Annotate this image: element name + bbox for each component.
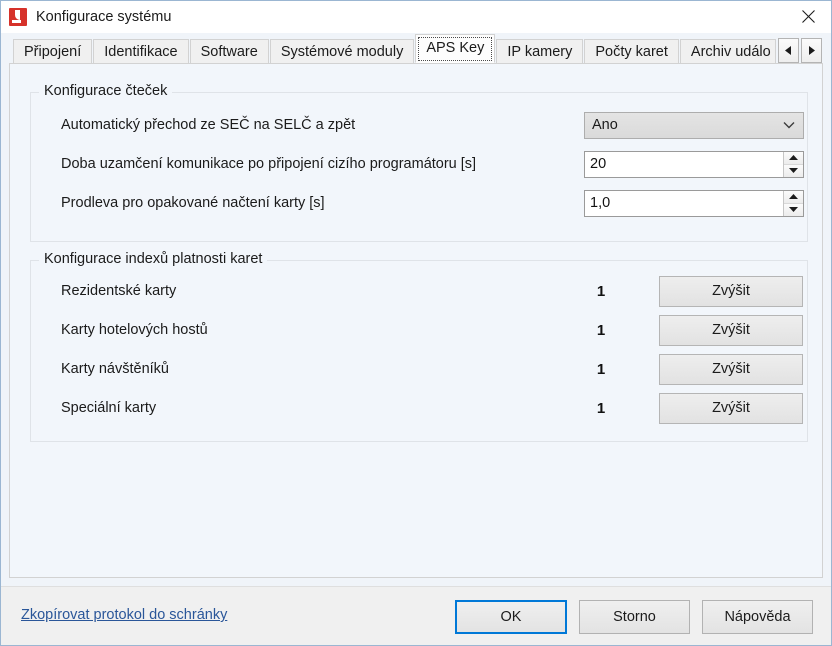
- index-value: 1: [596, 282, 606, 300]
- dialog-footer: Zkopírovat protokol do schránky OK Storn…: [1, 586, 831, 645]
- row-label: Karty hotelových hostů: [61, 322, 208, 338]
- spinner-value: 20: [590, 156, 607, 172]
- tab-archiv-udalosti[interactable]: Archiv událo: [679, 39, 776, 64]
- close-icon: [801, 10, 815, 23]
- index-value: 1: [596, 360, 606, 378]
- row-resident-cards: Rezidentské karty 1 Zvýšit: [31, 275, 807, 307]
- spinner-buttons: [783, 151, 803, 177]
- increase-visitor-cards-button[interactable]: Zvýšit: [659, 353, 803, 385]
- dst-switch-combobox[interactable]: Ano: [584, 111, 804, 139]
- tab-label: Počty karet: [595, 44, 668, 60]
- row-special-cards: Speciální karty 1 Zvýšit: [31, 392, 807, 424]
- triangle-down-icon: [789, 207, 798, 212]
- tab-label: IP kamery: [507, 44, 573, 60]
- spinner-up-button[interactable]: [784, 151, 803, 164]
- tab-identifikace[interactable]: Identifikace: [93, 39, 189, 64]
- tab-pripojeni[interactable]: Připojení: [13, 39, 93, 64]
- tab-label: Software: [200, 44, 258, 60]
- row-dst-switch: Automatický přechod ze SEČ na SELČ a zpě…: [31, 110, 807, 140]
- increase-hotel-guest-cards-button[interactable]: Zvýšit: [659, 314, 803, 346]
- tab-label: Archiv událo: [690, 44, 771, 60]
- aps-app-icon: [9, 8, 27, 26]
- tab-label: Systémové moduly: [280, 44, 404, 60]
- row-label: Rezidentské karty: [61, 283, 177, 299]
- tab-scroll-left-button[interactable]: [777, 38, 799, 63]
- ok-button[interactable]: OK: [455, 600, 567, 634]
- spinner-down-button[interactable]: [784, 202, 803, 216]
- chevron-left-icon: [784, 46, 791, 55]
- spinner-down-button[interactable]: [784, 163, 803, 177]
- tab-scroll-controls: [777, 38, 822, 63]
- tab-page-aps-key: Konfigurace čteček Automatický přechod z…: [9, 63, 823, 578]
- tab-systemove-moduly[interactable]: Systémové moduly: [269, 39, 415, 64]
- combo-value: Ano: [592, 117, 618, 133]
- index-value: 1: [596, 399, 606, 417]
- spinner-buttons: [783, 190, 803, 216]
- reread-delay-spinner[interactable]: 1,0: [584, 189, 804, 217]
- tab-label: Připojení: [24, 44, 82, 60]
- system-configuration-dialog: Konfigurace systému Připojení Identifika…: [0, 0, 832, 646]
- row-label: Automatický přechod ze SEČ na SELČ a zpě…: [61, 117, 356, 133]
- spinner-up-button[interactable]: [784, 190, 803, 203]
- triangle-up-icon: [789, 194, 798, 199]
- reader-configuration-group: Konfigurace čteček Automatický přechod z…: [30, 83, 808, 242]
- tab-ip-kamery[interactable]: IP kamery: [496, 39, 584, 64]
- row-visitor-cards: Karty návštěníků 1 Zvýšit: [31, 353, 807, 385]
- tab-pocty-karet[interactable]: Počty karet: [584, 39, 679, 64]
- close-button[interactable]: [785, 1, 831, 32]
- row-label: Karty návštěníků: [61, 361, 169, 377]
- row-hotel-guest-cards: Karty hotelových hostů 1 Zvýšit: [31, 314, 807, 346]
- row-label: Prodleva pro opakované načtení karty [s]: [61, 195, 325, 211]
- row-reread-delay: Prodleva pro opakované načtení karty [s]…: [31, 188, 807, 218]
- row-label: Speciální karty: [61, 400, 157, 416]
- spinner-value: 1,0: [590, 195, 611, 211]
- increase-resident-cards-button[interactable]: Zvýšit: [659, 275, 803, 307]
- tab-label: Identifikace: [104, 44, 178, 60]
- window-title: Konfigurace systému: [36, 9, 172, 25]
- tab-strip: Připojení Identifikace Software Systémov…: [9, 33, 823, 64]
- reader-group-title: Konfigurace čteček: [39, 83, 173, 99]
- triangle-up-icon: [789, 155, 798, 160]
- index-group-title: Konfigurace indexů platnosti karet: [39, 251, 268, 267]
- chevron-down-icon: [783, 113, 795, 138]
- lock-duration-spinner[interactable]: 20: [584, 150, 804, 178]
- help-button[interactable]: Nápověda: [702, 600, 813, 634]
- index-value: 1: [596, 321, 606, 339]
- dialog-body: Připojení Identifikace Software Systémov…: [1, 33, 831, 586]
- tab-software[interactable]: Software: [189, 39, 269, 64]
- tab-label: APS Key: [426, 40, 485, 56]
- tab-aps-key[interactable]: APS Key: [415, 34, 496, 63]
- chevron-right-icon: [808, 46, 815, 55]
- copy-protocol-link[interactable]: Zkopírovat protokol do schránky: [21, 607, 227, 623]
- tab-scroll-right-button[interactable]: [800, 38, 822, 63]
- cancel-button[interactable]: Storno: [579, 600, 690, 634]
- triangle-down-icon: [789, 168, 798, 173]
- increase-special-cards-button[interactable]: Zvýšit: [659, 392, 803, 424]
- title-bar: Konfigurace systému: [1, 1, 831, 33]
- row-label: Doba uzamčení komunikace po připojení ci…: [61, 156, 477, 172]
- row-lock-duration: Doba uzamčení komunikace po připojení ci…: [31, 149, 807, 179]
- card-validity-index-group: Konfigurace indexů platnosti karet Rezid…: [30, 251, 808, 442]
